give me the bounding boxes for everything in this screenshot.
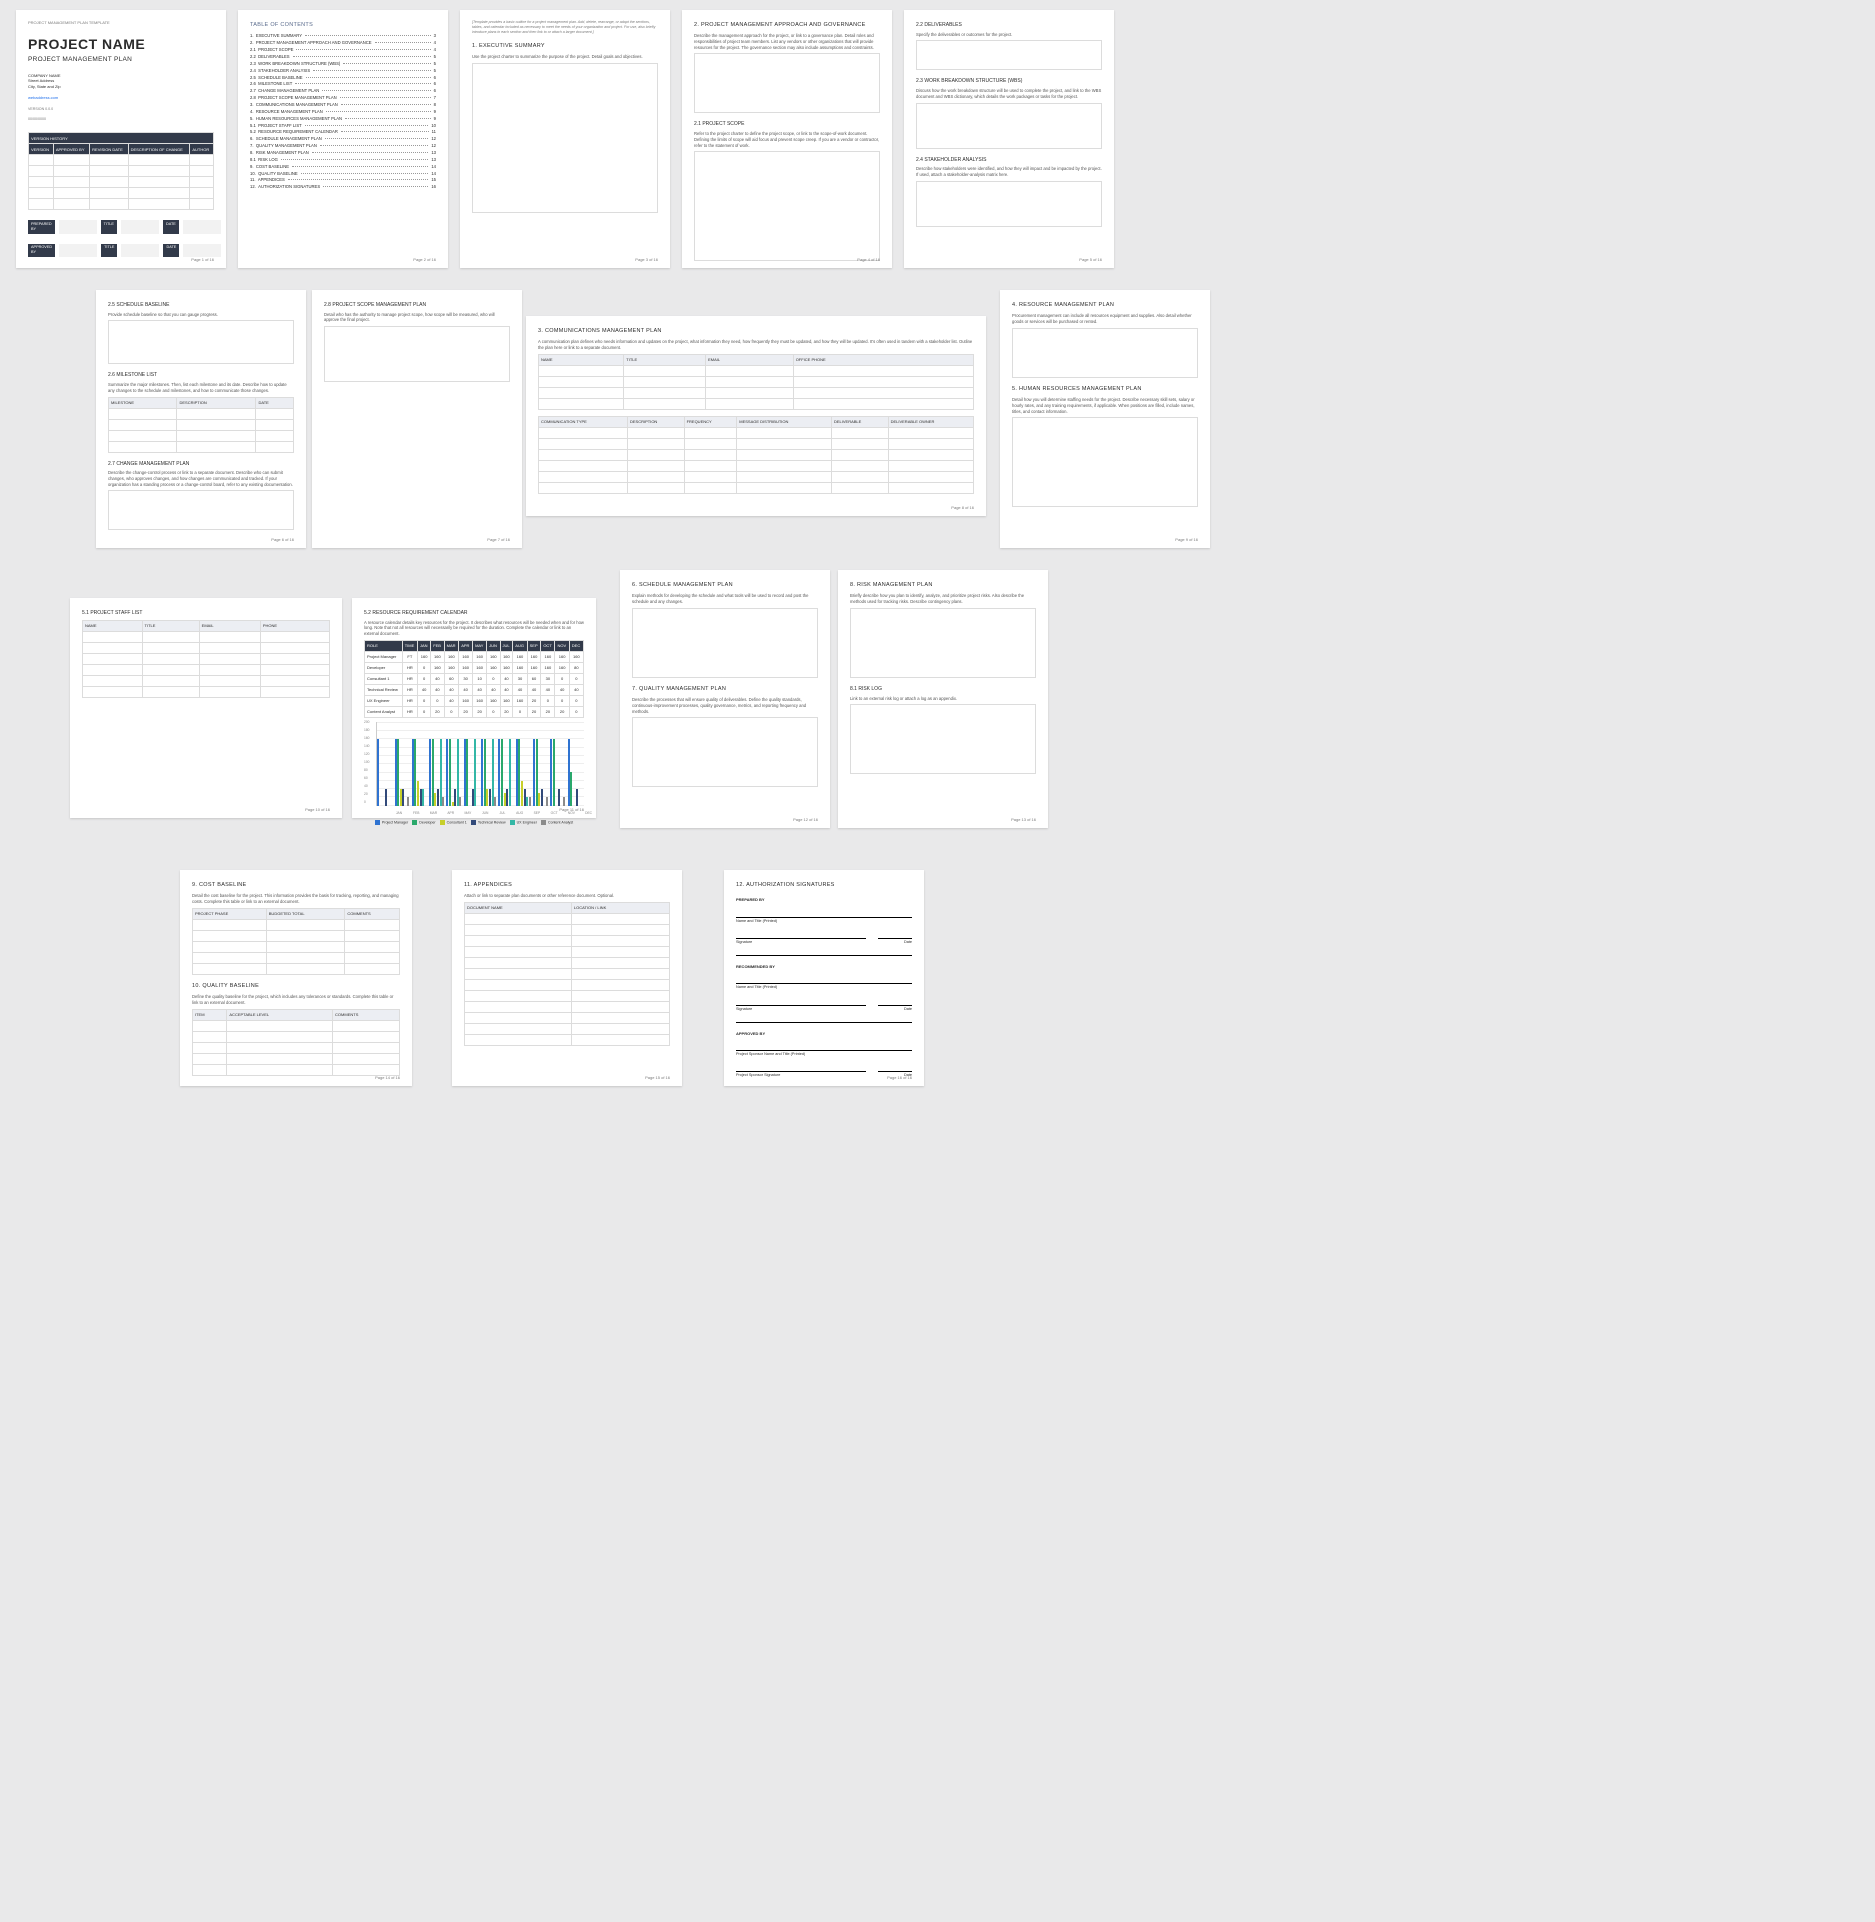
page-11: 5.2 RESOURCE REQUIREMENT CALENDAR A reso… [352,598,596,818]
signoff-mini: PREPARED BY TITLE DATE [28,220,214,233]
quality-baseline-table: ITEMACCEPTABLE LEVELCOMMENTS [192,1009,400,1076]
page-13: 8. RISK MANAGEMENT PLAN Briefly describe… [838,570,1048,828]
h-exec-summary: 1. EXECUTIVE SUMMARY [472,43,658,50]
resource-calendar-table: ROLETIMEJANFEBMARAPRMAYJUNJULAUGSEPOCTNO… [364,640,584,718]
toc-row: 2.1 PROJECT SCOPE4 [250,47,436,53]
signoff-mini-2: APPROVED BY TITLE DATE [28,244,214,257]
page-16: 12. AUTHORIZATION SIGNATURES PREPARED BY… [724,870,924,1086]
project-subtitle: PROJECT MANAGEMENT PLAN [28,56,214,65]
page-4: 2. PROJECT MANAGEMENT APPROACH AND GOVER… [682,10,892,268]
toc-row: 10. QUALITY BASELINE14 [250,171,436,177]
toc-row: 8.1 RISK LOG13 [250,157,436,163]
chart-legend: Project ManagerDeveloperConsultant 1Tech… [364,820,584,825]
page-10: 5.1 PROJECT STAFF LIST NAMETITLEEMAILPHO… [70,598,342,818]
page-14: 9. COST BASELINE Detail the cost baselin… [180,870,412,1086]
toc-row: 6. SCHEDULE MANAGEMENT PLAN12 [250,136,436,142]
template-intro: [Template provides a basic outline for a… [472,20,658,35]
toc-row: 9. COST BASELINE14 [250,164,436,170]
page-12: 6. SCHEDULE MANAGEMENT PLAN Explain meth… [620,570,830,828]
toc-list: 1. EXECUTIVE SUMMARY32. PROJECT MANAGEME… [250,33,436,190]
toc-row: 8. RISK MANAGEMENT PLAN13 [250,150,436,156]
toc-row: 2.7 CHANGE MANAGEMENT PLAN6 [250,88,436,94]
page-15: 11. APPENDICES Attach or link to separat… [452,870,682,1086]
toc-row: 1. EXECUTIVE SUMMARY3 [250,33,436,39]
template-label: PROJECT MANAGEMENT PLAN TEMPLATE [28,20,214,25]
page-3: [Template provides a basic outline for a… [460,10,670,268]
page-1: PROJECT MANAGEMENT PLAN TEMPLATE PROJECT… [16,10,226,268]
toc-row: 2.6 MILESTONE LIST6 [250,81,436,87]
appendices-table: DOCUMENT NAMELOCATION / LINK [464,902,670,1046]
page-5: 2.2 DELIVERABLES Specify the deliverable… [904,10,1114,268]
toc-row: 2.5 SCHEDULE BASELINE6 [250,75,436,81]
toc-row: 11. APPENDICES15 [250,177,436,183]
page-6: 2.5 SCHEDULE BASELINE Provide schedule b… [96,290,306,548]
cost-baseline-table: PROJECT PHASEBUDGETED TOTALCOMMENTS [192,908,400,975]
project-title: PROJECT NAME [28,35,214,54]
milestone-table: MILESTONEDESCRIPTIONDATE [108,397,294,453]
page-8: 3. COMMUNICATIONS MANAGEMENT PLAN A comm… [526,316,986,516]
resource-chart: 020406080100120140160180200 JANFEBMARAPR… [364,722,584,818]
toc-row: 7. QUALITY MANAGEMENT PLAN12 [250,143,436,149]
toc-row: 5. HUMAN RESOURCES MANAGEMENT PLAN9 [250,116,436,122]
comm-table-2: COMMUNICATION TYPEDESCRIPTIONFREQUENCYME… [538,416,974,494]
toc-row: 2.3 WORK BREAKDOWN STRUCTURE (WBS)5 [250,61,436,67]
toc-row: 2.8 PROJECT SCOPE MANAGEMENT PLAN7 [250,95,436,101]
toc-row: 2.2 DELIVERABLES5 [250,54,436,60]
toc-row: 5.1 PROJECT STAFF LIST10 [250,123,436,129]
toc-title: TABLE OF CONTENTS [250,22,436,29]
page-7: 2.8 PROJECT SCOPE MANAGEMENT PLAN Detail… [312,290,522,548]
toc-row: 3. COMMUNICATIONS MANAGEMENT PLAN8 [250,102,436,108]
toc-row: 12. AUTHORIZATION SIGNATURES16 [250,184,436,190]
page-9: 4. RESOURCE MANAGEMENT PLAN Procurement … [1000,290,1210,548]
toc-row: 4. RESOURCE MANAGEMENT PLAN9 [250,109,436,115]
toc-row: 2.4 STAKEHOLDER ANALYSIS5 [250,68,436,74]
version-history-table: VERSION HISTORY VERSIONAPPROVED BYREVISI… [28,132,214,210]
page-number: Page 1 of 16 [191,257,214,262]
toc-row: 2. PROJECT MANAGEMENT APPROACH AND GOVER… [250,40,436,46]
page-2-toc: TABLE OF CONTENTS 1. EXECUTIVE SUMMARY32… [238,10,448,268]
exec-summary-box [472,63,658,213]
toc-row: 5.2 RESOURCE REQUIREMENT CALENDAR11 [250,129,436,135]
staff-table: NAMETITLEEMAILPHONE [82,620,330,698]
comm-table-1: NAMETITLEEMAILOFFICE PHONE [538,354,974,410]
